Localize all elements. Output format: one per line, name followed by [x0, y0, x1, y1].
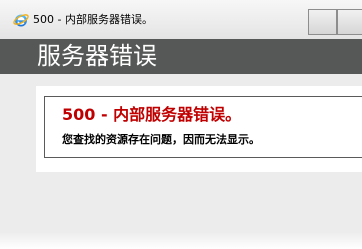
page-body: 500 - 内部服务器错误。 您查找的资源存在问题，因而无法显示。: [0, 74, 362, 249]
page-title: 服务器错误: [37, 42, 157, 70]
title-bar: 500 - 内部服务器错误。: [0, 0, 362, 40]
window-control-button[interactable]: [337, 9, 362, 35]
content-panel: 500 - 内部服务器错误。 您查找的资源存在问题，因而无法显示。: [36, 86, 362, 172]
error-box: 500 - 内部服务器错误。 您查找的资源存在问题，因而无法显示。: [44, 96, 362, 158]
bottom-fade: [0, 232, 362, 249]
tab-title[interactable]: 500 - 内部服务器错误。: [33, 13, 153, 27]
error-message: 您查找的资源存在问题，因而无法显示。: [62, 133, 260, 146]
new-tab-button[interactable]: [308, 9, 337, 35]
page-header: 服务器错误: [0, 39, 362, 74]
browser-window: 500 - 内部服务器错误。 服务器错误 500 - 内部服务器错误。 您查找的…: [0, 0, 362, 249]
error-title: 500 - 内部服务器错误。: [62, 105, 242, 124]
internet-explorer-icon: [13, 12, 29, 28]
